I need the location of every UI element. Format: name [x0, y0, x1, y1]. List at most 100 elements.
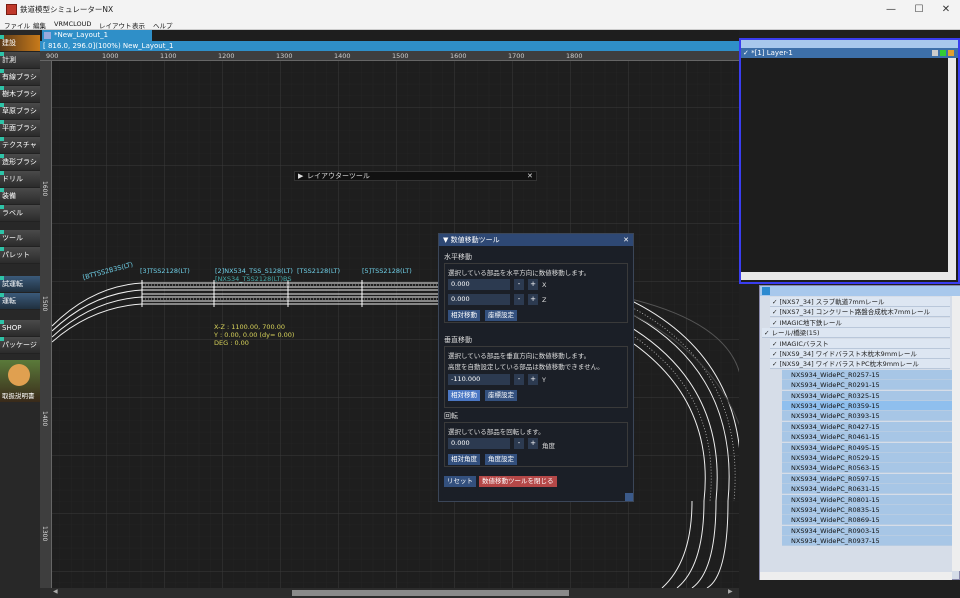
tree-category[interactable]: ✓ [NXS9_34] ワイドバラスト木枕木9mmレール: [770, 349, 950, 359]
y-minus-button[interactable]: -: [514, 374, 524, 385]
tree-category[interactable]: ✓ [NXS7_34] スラブ軌道7mmレール: [770, 297, 950, 307]
layouter-close-icon[interactable]: ✕: [527, 172, 533, 180]
layouter-tool[interactable]: ▶ レイアウターツール ✕: [294, 171, 537, 181]
expand-check-icon[interactable]: ✓: [772, 308, 780, 316]
x-plus-button[interactable]: +: [528, 279, 538, 290]
layer-lock-icon[interactable]: [932, 50, 938, 56]
tree-part-item[interactable]: NXS934_WidePC_R0461-15: [782, 432, 952, 443]
tool-run[interactable]: 運転: [0, 293, 40, 310]
x-input[interactable]: 0.000: [448, 279, 510, 290]
menu-edit[interactable]: 編集: [33, 20, 46, 30]
layer-color-icon[interactable]: [948, 50, 954, 56]
z-input[interactable]: 0.000: [448, 294, 510, 305]
tool-brush-1[interactable]: 有線ブラシ: [0, 69, 40, 86]
tool-texture[interactable]: テクスチャ: [0, 137, 40, 154]
vertical-relative-button[interactable]: 相対移動: [448, 390, 480, 401]
expand-icon[interactable]: ▶: [298, 172, 303, 180]
scroll-left-icon[interactable]: ◀: [53, 588, 58, 595]
tool-equipment[interactable]: 装備: [0, 188, 40, 205]
expand-check-icon[interactable]: ✓: [772, 298, 780, 306]
layer-visible-icon[interactable]: [940, 50, 946, 56]
menu-file[interactable]: ファイル: [4, 20, 30, 30]
angle-minus-button[interactable]: -: [514, 438, 524, 449]
expand-check-icon[interactable]: ✓: [772, 360, 780, 368]
tool-build[interactable]: 建設: [0, 35, 40, 52]
parts-hscroll[interactable]: [760, 572, 952, 580]
menu-help[interactable]: ヘルプ: [153, 20, 173, 30]
tool-grass-brush[interactable]: 草原ブラシ: [0, 103, 40, 120]
scroll-right-icon[interactable]: ▶: [728, 588, 733, 595]
tree-part-item[interactable]: NXS934_WidePC_R0393-15: [782, 411, 952, 422]
layers-hscroll[interactable]: [741, 272, 948, 280]
tree-part-item[interactable]: NXS934_WidePC_R0359-15: [782, 401, 952, 411]
horizontal-coord-button[interactable]: 座標設定: [485, 310, 517, 321]
z-minus-button[interactable]: -: [514, 294, 524, 305]
tree-part-item[interactable]: NXS934_WidePC_R0631-15: [782, 484, 952, 495]
y-input[interactable]: -110.000: [448, 374, 510, 385]
scroll-thumb[interactable]: [292, 590, 569, 596]
tree-part-item[interactable]: NXS934_WidePC_R0291-15: [782, 380, 952, 391]
tree-part-item[interactable]: NXS934_WidePC_R0937-15: [782, 536, 952, 547]
tree-category[interactable]: ✓ IMAGIC地下鉄レール: [770, 317, 950, 328]
tree-part-item[interactable]: NXS934_WidePC_R0427-15: [782, 421, 952, 432]
tool-tree-brush[interactable]: 樹木ブラシ: [0, 86, 40, 103]
canvas-scrollbar[interactable]: ◀ ▶: [40, 588, 739, 598]
layer-row[interactable]: ✓ *[1] Layer-1: [741, 48, 958, 58]
numeric-tool-header[interactable]: ▼ 数値移動ツール ✕: [439, 234, 633, 246]
vertical-coord-button[interactable]: 座標設定: [485, 390, 517, 401]
tree-part-item[interactable]: NXS934_WidePC_R0257-15: [782, 369, 952, 380]
layout-canvas[interactable]: [3]TSS2128(LT) [2]NX534_TSS_S128(LT) [TS…: [52, 61, 739, 588]
tree-category[interactable]: ✓ IMAGICバラスト: [770, 338, 950, 349]
tool-palette[interactable]: パレット: [0, 247, 40, 264]
tool-drill[interactable]: ドリル: [0, 171, 40, 188]
angle-input[interactable]: 0.000: [448, 438, 510, 449]
menu-vrmcloud[interactable]: VRMCLOUD: [54, 20, 91, 28]
close-button[interactable]: ✕: [932, 0, 960, 19]
z-plus-button[interactable]: +: [528, 294, 538, 305]
close-numeric-tool-button[interactable]: 数値移動ツールを閉じる: [479, 476, 557, 487]
rotation-set-button[interactable]: 角度設定: [485, 454, 517, 465]
collapse-icon[interactable]: ▼: [443, 236, 451, 244]
tool-test-run[interactable]: 試運転: [0, 276, 40, 293]
x-minus-button[interactable]: -: [514, 279, 524, 290]
tool-sculpt-brush[interactable]: 造形ブラシ: [0, 154, 40, 171]
layers-vscroll[interactable]: [948, 58, 956, 280]
tree-part-item[interactable]: NXS934_WidePC_R0903-15: [782, 525, 952, 536]
rotation-relative-button[interactable]: 相対角度: [448, 454, 480, 465]
parts-vscroll[interactable]: [952, 296, 960, 571]
expand-check-icon[interactable]: ✓: [764, 329, 772, 337]
tree-part-item[interactable]: NXS934_WidePC_R0835-15: [782, 505, 952, 515]
tool-measure[interactable]: 計測: [0, 52, 40, 69]
tree-part-item[interactable]: NXS934_WidePC_R0801-15: [782, 494, 952, 505]
resize-grip[interactable]: [625, 493, 633, 501]
menu-view[interactable]: 表示: [132, 20, 145, 30]
tree-part-item[interactable]: NXS934_WidePC_R0325-15: [782, 390, 952, 401]
manual-button[interactable]: 取扱説明書: [0, 360, 40, 402]
tree-category[interactable]: ✓ レール/橋梁(15): [762, 328, 950, 339]
tree-part-item[interactable]: NXS934_WidePC_R0597-15: [782, 473, 952, 484]
horizontal-relative-button[interactable]: 相対移動: [448, 310, 480, 321]
tool-label[interactable]: ラベル: [0, 205, 40, 222]
expand-check-icon[interactable]: ✓: [772, 340, 780, 348]
tree-part-item[interactable]: NXS934_WidePC_R0529-15: [782, 453, 952, 463]
menu-layout[interactable]: レイアウト: [99, 20, 132, 30]
tree-part-item[interactable]: NXS934_WidePC_R0495-15: [782, 442, 952, 453]
expand-check-icon[interactable]: ✓: [772, 319, 780, 327]
tool-tool[interactable]: ツール: [0, 230, 40, 247]
expand-check-icon[interactable]: ✓: [772, 350, 780, 358]
maximize-button[interactable]: ☐: [905, 0, 933, 19]
reset-button[interactable]: リセット: [444, 476, 476, 487]
tree-category[interactable]: ✓ [NXS7_34] コンクリート路盤合成枕木7mmレール: [770, 307, 950, 318]
tool-shop[interactable]: SHOP: [0, 320, 40, 337]
tree-part-item[interactable]: NXS934_WidePC_R0869-15: [782, 515, 952, 526]
minimize-button[interactable]: —: [877, 0, 905, 19]
tab-new-layout[interactable]: *New_Layout_1: [42, 30, 152, 41]
tree-category[interactable]: ✓ [NXS9_34] ワイドバラストPC枕木9mmレール: [770, 359, 950, 370]
tree-part-item[interactable]: NXS934_WidePC_R0563-15: [782, 463, 952, 474]
y-plus-button[interactable]: +: [528, 374, 538, 385]
tool-plane-brush[interactable]: 平面ブラシ: [0, 120, 40, 137]
angle-plus-button[interactable]: +: [528, 438, 538, 449]
numeric-tool-close-icon[interactable]: ✕: [623, 234, 629, 246]
tool-package[interactable]: パッケージ: [0, 337, 40, 354]
check-icon[interactable]: ✓: [743, 49, 751, 57]
